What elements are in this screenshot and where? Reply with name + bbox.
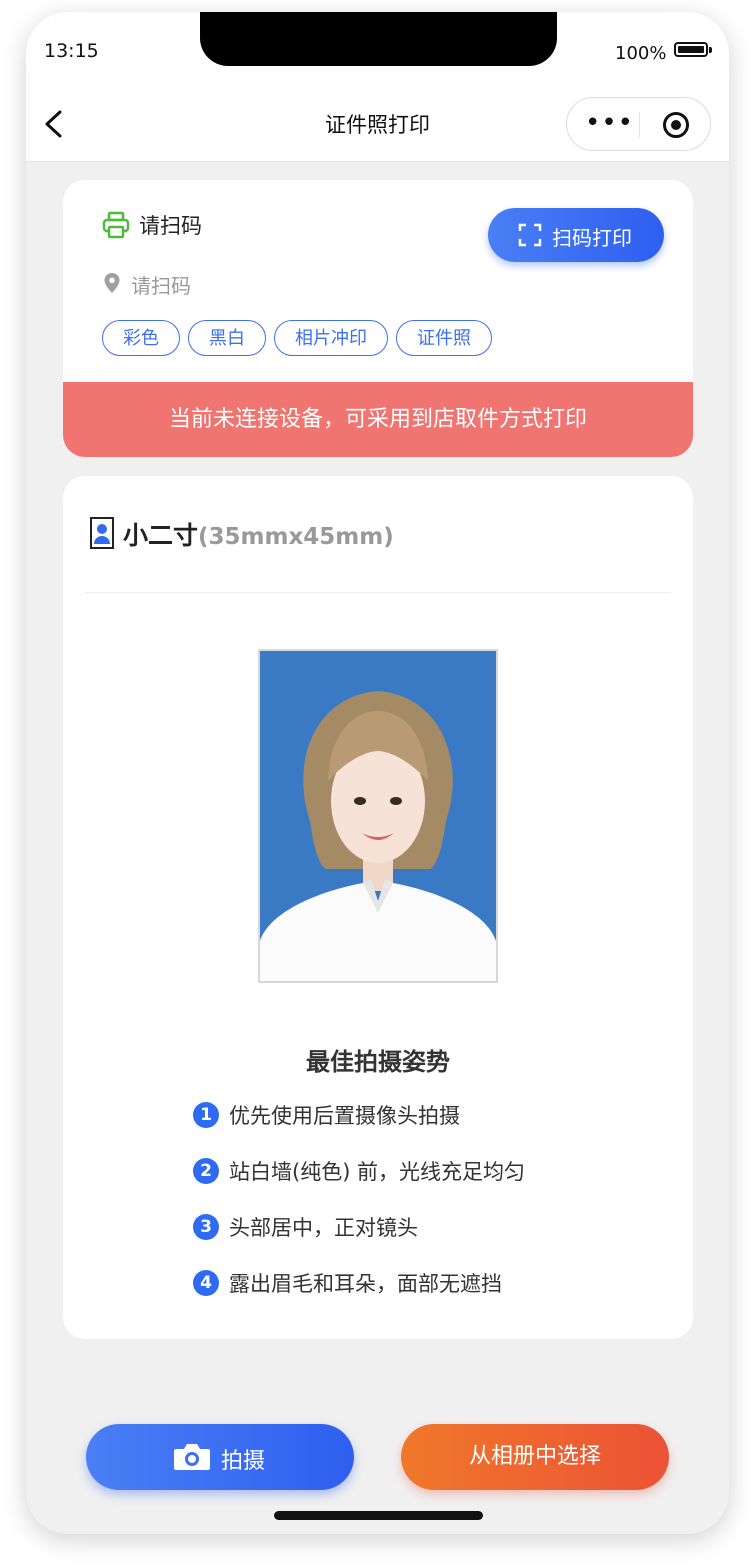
connection-alert-banner: 当前未连接设备，可采用到店取件方式打印: [63, 382, 693, 457]
mini-program-capsule: •••: [566, 97, 711, 151]
device-card: 请扫码 扫码打印 请扫码 彩色 黑白 相片冲印 证件照 当前未连接设备，可采用到…: [63, 180, 693, 457]
status-bar: 13:15 100%: [26, 12, 729, 87]
tip-number-badge: 2: [193, 1158, 219, 1184]
home-indicator: [274, 1511, 483, 1520]
camera-icon: [174, 1444, 210, 1470]
device-name: 请扫码: [139, 214, 202, 238]
tip-text: 站白墙(纯色) 前，光线充足均匀: [229, 1160, 526, 1184]
spec-size: (35mmx45mm): [198, 524, 394, 550]
shoot-photo-button[interactable]: 拍摄: [86, 1424, 354, 1490]
tip-number-badge: 1: [193, 1102, 219, 1128]
scan-print-button[interactable]: 扫码打印: [488, 208, 664, 262]
tip-item: 2 站白墙(纯色) 前，光线充足均匀: [193, 1156, 525, 1186]
tip-item: 1 优先使用后置摄像头拍摄: [193, 1100, 460, 1130]
scan-icon: [518, 223, 542, 247]
shoot-label: 拍摄: [221, 1449, 266, 1474]
choose-from-album-button[interactable]: 从相册中选择: [401, 1424, 669, 1490]
tip-number-badge: 4: [193, 1270, 219, 1296]
location-pin-icon: [104, 273, 120, 293]
more-dots-icon[interactable]: •••: [585, 110, 634, 136]
camera-notch: [200, 12, 557, 66]
spec-title: 小二寸(35mmx45mm): [123, 516, 394, 552]
location-text: 请扫码: [131, 274, 191, 298]
tag-color[interactable]: 彩色: [102, 320, 180, 356]
tip-item: 4 露出眉毛和耳朵，面部无遮挡: [193, 1268, 502, 1298]
scan-print-label: 扫码打印: [552, 226, 632, 250]
tips-title: 最佳拍摄姿势: [306, 1048, 450, 1076]
spec-name: 小二寸: [123, 521, 199, 550]
battery-percent: 100%: [615, 43, 667, 64]
printer-icon: [102, 211, 130, 239]
status-time: 13:15: [44, 40, 99, 62]
tip-item: 3 头部居中，正对镜头: [193, 1212, 418, 1242]
portrait-illustration: [260, 651, 496, 981]
tag-photo-print[interactable]: 相片冲印: [274, 320, 388, 356]
section-divider: [85, 592, 671, 593]
tip-text: 头部居中，正对镜头: [229, 1216, 418, 1240]
photo-spec-card: 小二寸(35mmx45mm) 最佳拍摄姿势 1 优先使用后置摄像头拍摄 2 站白…: [63, 476, 693, 1339]
battery-icon: [674, 42, 712, 57]
tip-number-badge: 3: [193, 1214, 219, 1240]
nav-bar: 证件照打印 •••: [26, 87, 729, 162]
tip-text: 露出眉毛和耳朵，面部无遮挡: [229, 1272, 502, 1296]
capsule-divider: [639, 112, 640, 138]
phone-screen: 13:15 100% 证件照打印 ••• 请扫码 扫码打印 请扫码 彩色 黑白 …: [26, 12, 729, 1534]
tag-black-white[interactable]: 黑白: [188, 320, 266, 356]
id-person-icon: [90, 517, 114, 549]
target-circle-icon[interactable]: [662, 111, 690, 139]
print-type-tags: 彩色 黑白 相片冲印 证件照: [102, 320, 492, 356]
tag-id-photo[interactable]: 证件照: [396, 320, 492, 356]
tip-text: 优先使用后置摄像头拍摄: [229, 1104, 460, 1128]
sample-id-photo: [258, 649, 498, 983]
